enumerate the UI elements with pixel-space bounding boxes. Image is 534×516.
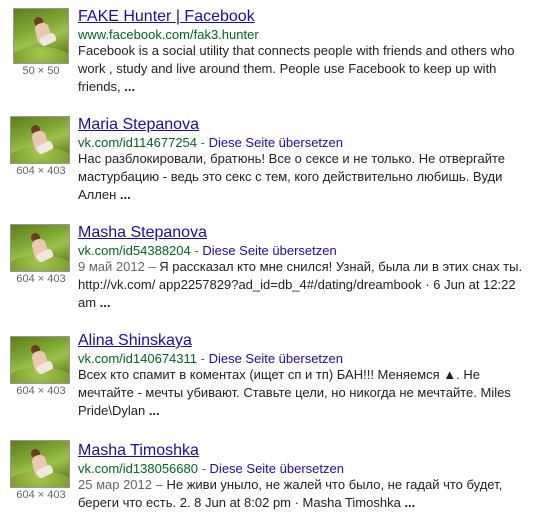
result-thumbnail[interactable] bbox=[13, 8, 69, 64]
result-url: vk.com/id114677254 bbox=[78, 135, 198, 150]
result-url-line: www.facebook.com/fak3.hunter bbox=[78, 27, 259, 42]
translate-page-link[interactable]: Diese Seite übersetzen bbox=[209, 135, 343, 150]
thumbnail-size: 50 × 50 bbox=[22, 65, 60, 77]
snippet-ellipsis: ... bbox=[404, 495, 416, 510]
url-separator: - bbox=[197, 135, 209, 150]
result-snippet: 25 мар 2012 – Не живи уныло, не жалей чт… bbox=[78, 476, 528, 512]
result-thumbnail[interactable] bbox=[10, 224, 70, 272]
result-url: www.facebook.com/fak3.hunter bbox=[78, 27, 259, 42]
result-url-line: vk.com/id138056680 - Diese Seite überset… bbox=[78, 461, 344, 476]
result-url: vk.com/id140674311 bbox=[78, 351, 198, 366]
translate-page-link[interactable]: Diese Seite übersetzen bbox=[202, 243, 336, 258]
result-url: vk.com/id138056680 bbox=[78, 461, 198, 476]
snippet-text: Нас разблокировали, братюнь! Все о сексе… bbox=[78, 151, 506, 202]
url-separator: - bbox=[190, 243, 203, 258]
url-separator: - bbox=[197, 461, 210, 476]
snippet-ellipsis: ... bbox=[124, 79, 136, 94]
result-thumbnail[interactable] bbox=[10, 336, 70, 384]
thumbnail-size: 604 × 403 bbox=[16, 165, 66, 177]
snippet-ellipsis: ... bbox=[119, 187, 131, 202]
result-snippet: Нас разблокировали, братюнь! Все о сексе… bbox=[78, 150, 528, 204]
translate-page-link[interactable]: Diese Seite übersetzen bbox=[210, 461, 344, 476]
result-title-link[interactable]: Alina Shinskaya bbox=[78, 332, 192, 350]
thumbnail-size: 604 × 403 bbox=[16, 273, 66, 285]
result-thumbnail[interactable] bbox=[10, 440, 70, 488]
thumbnail-size: 604 × 403 bbox=[16, 385, 66, 397]
result-url: vk.com/id54388204 bbox=[78, 243, 191, 258]
result-date: 25 мар 2012 – bbox=[78, 477, 167, 492]
thumbnail-size: 604 × 403 bbox=[16, 489, 66, 501]
result-title-link[interactable]: Masha Timoshka bbox=[78, 442, 199, 460]
snippet-ellipsis: ... bbox=[148, 403, 160, 418]
result-snippet: 9 май 2012 – Я рассказал кто мне снился!… bbox=[78, 258, 528, 312]
result-snippet: Всех кто спамит в коментах (ищет сп и тп… bbox=[78, 366, 528, 420]
url-separator: - bbox=[197, 351, 209, 366]
snippet-ellipsis: ... bbox=[99, 295, 111, 310]
translate-page-link[interactable]: Diese Seite übersetzen bbox=[209, 351, 343, 366]
result-title-link[interactable]: FAKE Hunter | Facebook bbox=[78, 8, 255, 26]
result-date: 9 май 2012 – bbox=[78, 259, 160, 274]
result-snippet: Facebook is a social utility that connec… bbox=[78, 42, 528, 96]
snippet-text: Facebook is a social utility that connec… bbox=[78, 43, 515, 94]
result-url-line: vk.com/id114677254 - Diese Seite überset… bbox=[78, 135, 343, 150]
snippet-text: Всех кто спамит в коментах (ищет сп и тп… bbox=[78, 367, 511, 418]
result-title-link[interactable]: Maria Stepanova bbox=[78, 116, 199, 134]
result-thumbnail[interactable] bbox=[10, 116, 70, 164]
result-url-line: vk.com/id140674311 - Diese Seite überset… bbox=[78, 351, 343, 366]
result-url-line: vk.com/id54388204 - Diese Seite übersetz… bbox=[78, 243, 337, 258]
result-title-link[interactable]: Masha Stepanova bbox=[78, 224, 207, 242]
